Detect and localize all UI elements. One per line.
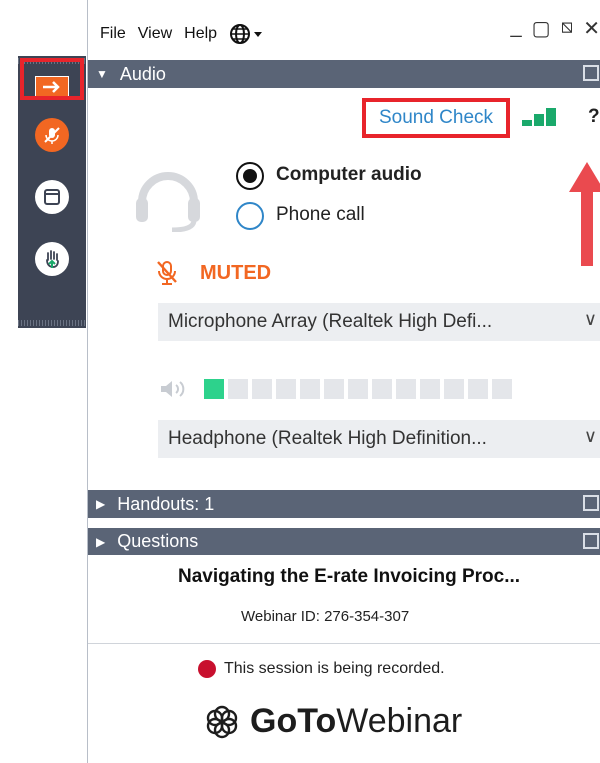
muted-label: MUTED [200, 261, 272, 284]
sound-check-link[interactable]: Sound Check [362, 98, 510, 138]
speaker-level-meter [204, 379, 512, 399]
help-icon[interactable]: ? [588, 106, 600, 128]
globe-icon [230, 24, 251, 44]
gotowebinar-logo: GoToWebinar [204, 702, 462, 741]
chevron-down-icon: ∨ [583, 426, 597, 446]
phone-call-label[interactable]: Phone call [276, 204, 365, 226]
raise-hand-button[interactable] [26, 234, 78, 284]
close-button[interactable]: ✕ [583, 16, 600, 41]
flower-logo-icon [206, 705, 238, 738]
restore-button[interactable]: ⧅ [561, 16, 574, 41]
red-pointer-arrow-icon [569, 162, 600, 266]
questions-section-header[interactable]: ▶ Questions [88, 527, 600, 555]
speaker-level-row [158, 378, 512, 400]
audio-section-header[interactable]: ▼ Audio [88, 60, 600, 88]
level-segment [252, 379, 272, 399]
brand-webinar: Webinar [336, 702, 463, 740]
caret-down-icon [254, 32, 263, 37]
questions-header-label: Questions [117, 531, 199, 551]
level-segment [444, 379, 464, 399]
popout-icon[interactable] [583, 495, 599, 511]
maximize-button[interactable]: ▢ [532, 16, 551, 41]
menu-file[interactable]: File [100, 25, 126, 43]
menu-view[interactable]: View [138, 25, 172, 43]
highlight-box-collapse [20, 58, 84, 100]
expand-down-icon: ▼ [96, 67, 108, 81]
mic-muted-icon [35, 118, 69, 152]
recording-dot-icon [198, 660, 216, 678]
level-segment [372, 379, 392, 399]
recording-text: This session is being recorded. [224, 660, 445, 677]
menu-help[interactable]: Help [184, 25, 217, 43]
level-segment [300, 379, 320, 399]
headset-icon [136, 172, 200, 232]
webinar-title: Navigating the E-rate Invoicing Proc... [178, 566, 521, 587]
divider [88, 643, 600, 644]
level-segment [492, 379, 512, 399]
mute-status: MUTED [156, 260, 271, 286]
minimize-button[interactable]: _ [510, 16, 521, 41]
level-segment [348, 379, 368, 399]
popout-icon[interactable] [583, 65, 599, 81]
computer-audio-label[interactable]: Computer audio [276, 164, 422, 186]
handouts-section-header[interactable]: ▶ Handouts: 1 [88, 490, 600, 518]
level-segment [324, 379, 344, 399]
popout-icon[interactable] [583, 533, 599, 549]
recording-notice: This session is being recorded. [198, 660, 445, 678]
level-segment [420, 379, 440, 399]
speaker-icon [161, 381, 185, 397]
language-menu[interactable] [229, 23, 263, 45]
strip-grip-bottom[interactable] [18, 320, 86, 326]
audio-header-label: Audio [119, 63, 166, 84]
handouts-header-label: Handouts: 1 [117, 493, 215, 514]
level-segment [468, 379, 488, 399]
computer-audio-radio[interactable] [236, 162, 264, 190]
microphone-value: Microphone Array (Realtek High Defi... [168, 311, 493, 332]
expand-right-icon: ▶ [96, 534, 106, 549]
mic-off-icon [157, 261, 177, 285]
screen-button[interactable] [26, 172, 78, 222]
webinar-id: Webinar ID: 276-354-307 [241, 608, 410, 625]
level-segment [228, 379, 248, 399]
phone-call-radio[interactable] [236, 202, 264, 230]
microphone-select[interactable]: Microphone Array (Realtek High Defi... ∨ [158, 303, 600, 341]
window-controls: _ ▢ ⧅ ✕ [510, 16, 600, 41]
chevron-down-icon: ∨ [583, 309, 597, 329]
brand-goto: GoTo [250, 702, 337, 740]
mute-toggle-button[interactable] [26, 110, 78, 160]
level-segment [204, 379, 224, 399]
raise-hand-icon [35, 242, 69, 276]
speaker-value: Headphone (Realtek High Definition... [168, 428, 487, 449]
window-icon [35, 180, 69, 214]
speaker-select[interactable]: Headphone (Realtek High Definition... ∨ [158, 420, 600, 458]
expand-right-icon: ▶ [96, 497, 106, 511]
level-segment [276, 379, 296, 399]
signal-strength-icon [522, 108, 556, 126]
level-segment [396, 379, 416, 399]
control-panel: File View Help _ ▢ ⧅ ✕ ▼ Audio Sound Che… [87, 0, 600, 763]
